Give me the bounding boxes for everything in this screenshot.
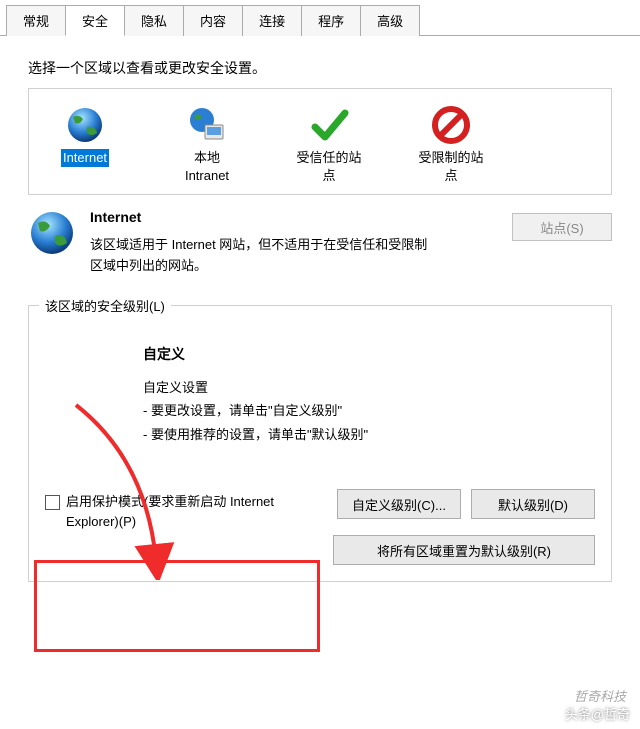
reset-all-button[interactable]: 将所有区域重置为默认级别(R) <box>333 535 595 565</box>
zone-description: Internet 该区域适用于 Internet 网站，但不适用于在受信任和受限… <box>28 209 612 277</box>
checkmark-icon <box>309 105 349 145</box>
zone-internet-label: Internet <box>61 149 109 167</box>
tab-connections[interactable]: 连接 <box>242 5 302 36</box>
custom-subtitle: 自定义设置 <box>143 378 595 398</box>
intranet-icon <box>187 105 227 145</box>
tab-security[interactable]: 安全 <box>65 5 125 36</box>
zone-internet[interactable]: Internet <box>39 105 131 184</box>
globe-icon <box>65 105 105 145</box>
security-level-group: 该区域的安全级别(L) 自定义 自定义设置 - 要更改设置，请单击"自定义级别"… <box>28 305 612 583</box>
globe-large-icon <box>28 209 76 257</box>
custom-line2: - 要使用推荐的设置，请单击"默认级别" <box>143 425 595 445</box>
zone-restricted[interactable]: 受限制的站 点 <box>405 105 497 184</box>
zone-trusted-label: 受信任的站 点 <box>296 149 361 184</box>
custom-level-button[interactable]: 自定义级别(C)... <box>337 489 461 519</box>
zone-intranet-label: 本地 Intranet <box>185 149 229 184</box>
watermark-brand: 哲奇科技 <box>574 686 626 705</box>
security-level-legend: 该区域的安全级别(L) <box>39 296 171 315</box>
sites-button[interactable]: 站点(S) <box>512 213 612 241</box>
tab-general[interactable]: 常规 <box>6 5 66 36</box>
tab-advanced[interactable]: 高级 <box>360 5 420 36</box>
custom-line1: - 要更改设置，请单击"自定义级别" <box>143 401 595 421</box>
default-level-button[interactable]: 默认级别(D) <box>471 489 595 519</box>
tab-content[interactable]: 内容 <box>183 5 243 36</box>
tab-panel-security: 选择一个区域以查看或更改安全设置。 Internet <box>0 36 640 598</box>
tab-privacy[interactable]: 隐私 <box>124 5 184 36</box>
zone-prompt: 选择一个区域以查看或更改安全设置。 <box>28 58 612 78</box>
zone-detail-text: 该区域适用于 Internet 网站，但不适用于在受信任和受限制区域中列出的网站… <box>90 235 430 277</box>
zone-restricted-label: 受限制的站 点 <box>418 149 483 184</box>
zone-list: Internet 本地 Intranet 受信任的站 点 <box>28 88 612 195</box>
protected-mode-label: 启用保护模式(要求重新启动 Internet Explorer)(P) <box>66 492 286 531</box>
watermark-attribution: 头条@哲奇 <box>565 704 630 723</box>
zone-trusted[interactable]: 受信任的站 点 <box>283 105 375 184</box>
tab-programs[interactable]: 程序 <box>301 5 361 36</box>
zone-intranet[interactable]: 本地 Intranet <box>161 105 253 184</box>
custom-title: 自定义 <box>143 344 595 364</box>
tab-strip: 常规 安全 隐私 内容 连接 程序 高级 <box>0 0 640 36</box>
protected-mode-checkbox[interactable] <box>45 495 60 510</box>
no-entry-icon <box>431 105 471 145</box>
